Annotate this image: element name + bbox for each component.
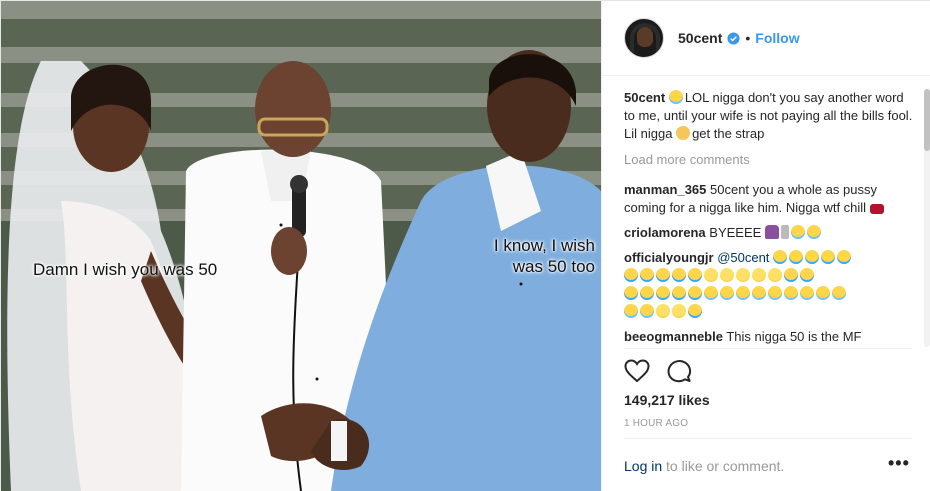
- grinning-emoji-icon: [704, 268, 718, 282]
- grinning-emoji-icon: [672, 304, 686, 318]
- crying-emoji-icon: [821, 250, 836, 264]
- grinning-emoji-icon: [736, 268, 750, 282]
- post-photo[interactable]: Damn I wish you was 50 I know, I wish wa…: [1, 1, 601, 491]
- verified-badge-icon: [727, 31, 740, 45]
- avatar-face: [637, 27, 653, 47]
- likes-count[interactable]: 149,217 likes: [624, 392, 710, 408]
- comment-mention[interactable]: @50cent: [717, 250, 769, 265]
- list-item: manman_365 50cent you a whole as pussy c…: [624, 181, 914, 217]
- post-header: 50cent • Follow: [602, 1, 930, 76]
- crying-emoji-icon: [672, 268, 686, 282]
- neutral-face-emoji-icon: [676, 126, 691, 140]
- crying-emoji-icon: [656, 268, 670, 282]
- post-actions: [624, 359, 692, 383]
- load-more-comments[interactable]: Load more comments: [624, 151, 914, 169]
- comment-text-masked: igga: [647, 126, 673, 141]
- grinning-emoji-icon: [752, 268, 766, 282]
- comment-username[interactable]: officialyoungjr: [624, 250, 714, 265]
- lips-emoji-icon: [869, 204, 884, 214]
- female-sign-emoji-icon: [780, 225, 789, 239]
- avatar[interactable]: [624, 18, 664, 58]
- comment-text-end: get the strap: [692, 126, 765, 141]
- laughing-emoji-icon: [832, 286, 846, 300]
- post-side-panel: 50cent • Follow 50cent LOL nigga don't y…: [601, 1, 930, 491]
- comment-text: This nigga 50 is the MF: [726, 329, 862, 344]
- list-item: officialyoungjr @50cent: [624, 249, 914, 321]
- grinning-emoji-icon: [656, 304, 670, 318]
- heart-icon[interactable]: [624, 359, 650, 383]
- comment-text: BYEEEE: [709, 225, 762, 240]
- person-emoji-icon: [764, 225, 779, 239]
- laughing-emoji-icon: [736, 286, 750, 300]
- instagram-post: Damn I wish you was 50 I know, I wish wa…: [0, 0, 930, 491]
- grinning-emoji-icon: [768, 268, 782, 282]
- laughing-emoji-icon: [800, 286, 814, 300]
- laughing-emoji-icon: [720, 286, 734, 300]
- comment-bubble-icon[interactable]: [666, 359, 692, 383]
- login-prompt: Log in to like or comment.: [624, 458, 784, 474]
- screaming-emoji-icon: [688, 304, 702, 318]
- crying-emoji-icon: [837, 250, 852, 264]
- list-item: criolamorena BYEEEE: [624, 224, 914, 242]
- rofl-emoji-icon: [806, 225, 821, 239]
- crying-emoji-icon: [640, 286, 654, 300]
- comments-scrollbar[interactable]: [924, 89, 930, 347]
- crying-emoji-icon: [784, 268, 798, 282]
- crying-emoji-icon: [805, 250, 820, 264]
- meme-caption-right: I know, I wish was 50 too: [473, 235, 595, 277]
- crying-emoji-icon: [789, 250, 804, 264]
- comment-username[interactable]: beeogmanneble: [624, 329, 723, 344]
- laughing-emoji-icon: [768, 286, 782, 300]
- grinning-emoji-icon: [720, 268, 734, 282]
- crying-emoji-icon: [688, 268, 702, 282]
- laughing-emoji-icon: [784, 286, 798, 300]
- crying-emoji-icon: [640, 268, 654, 282]
- laughing-emoji-icon: [668, 90, 683, 104]
- login-link[interactable]: Log in: [624, 458, 662, 474]
- crying-emoji-icon: [672, 286, 686, 300]
- list-item: beeogmanneble This nigga 50 is the MF: [624, 328, 914, 346]
- follow-button[interactable]: Follow: [755, 30, 799, 46]
- crying-emoji-icon: [688, 286, 702, 300]
- crying-emoji-icon: [656, 286, 670, 300]
- comments-list[interactable]: 50cent LOL nigga don't you say another w…: [624, 89, 914, 347]
- laughing-emoji-icon: [752, 286, 766, 300]
- login-prompt-text: to like or comment.: [666, 458, 785, 474]
- comment-username[interactable]: criolamorena: [624, 225, 706, 240]
- header-username[interactable]: 50cent: [678, 30, 722, 46]
- laughing-emoji-icon: [816, 286, 830, 300]
- rofl-emoji-icon: [790, 225, 805, 239]
- comment-username[interactable]: 50cent: [624, 90, 665, 105]
- laughing-emoji-icon: [640, 304, 654, 318]
- crying-emoji-icon: [624, 286, 638, 300]
- divider: [624, 348, 912, 349]
- caption-comment: 50cent LOL nigga don't you say another w…: [624, 89, 914, 143]
- crying-emoji-icon: [624, 268, 638, 282]
- comment-username[interactable]: manman_365: [624, 182, 706, 197]
- more-options-button[interactable]: •••: [888, 453, 910, 474]
- meme-caption-right-line2: was 50 too: [512, 257, 595, 276]
- scrollbar-thumb[interactable]: [924, 89, 930, 151]
- crying-emoji-icon: [800, 268, 814, 282]
- laughing-emoji-icon: [704, 286, 718, 300]
- divider: [624, 438, 912, 439]
- header-separator: •: [745, 30, 751, 46]
- meme-caption-left: Damn I wish you was 50: [33, 260, 218, 279]
- post-timestamp[interactable]: 1 HOUR AGO: [624, 418, 688, 429]
- laughing-emoji-icon: [624, 304, 638, 318]
- meme-caption-right-line1: I know, I wish: [493, 236, 595, 255]
- crying-emoji-icon: [773, 250, 788, 264]
